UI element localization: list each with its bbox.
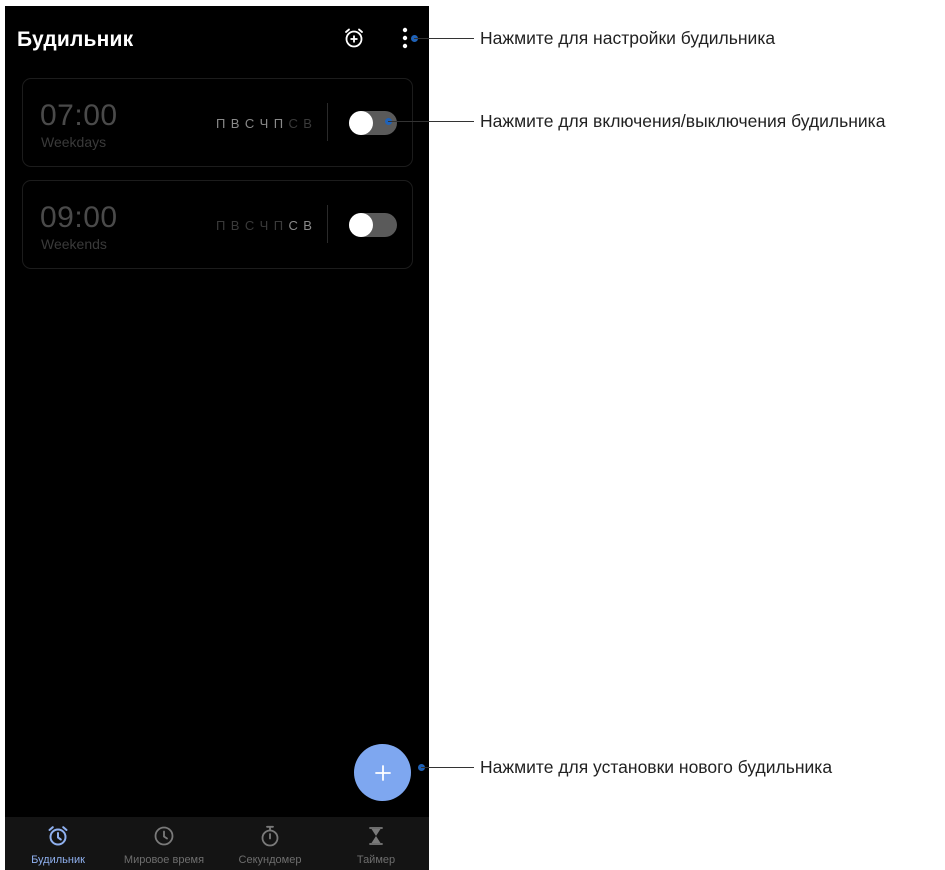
tab-stopwatch[interactable]: Секундомер [217, 817, 323, 870]
day-friday: П [273, 116, 284, 131]
hourglass-icon [369, 827, 383, 845]
day-tuesday: В [230, 218, 240, 233]
alarm-time: 07:00 [40, 99, 118, 132]
day-saturday: С [288, 218, 299, 233]
alarm-time: 09:00 [40, 201, 118, 234]
day-sunday: В [303, 218, 313, 233]
callout-line [414, 38, 474, 39]
callout-new-alarm: Нажмите для установки нового будильника [480, 757, 833, 777]
alarm-toggle[interactable] [349, 213, 397, 237]
alarm-days: П В С Ч П С В [216, 116, 312, 131]
callout-line [421, 767, 474, 768]
more-vertical-icon [402, 27, 408, 49]
tab-alarm[interactable]: Будильник [5, 817, 111, 870]
day-monday: П [216, 218, 226, 233]
alarm-add-icon [345, 28, 363, 48]
alarm-card[interactable]: 09:00 Weekends П В С Ч П С В [22, 180, 413, 269]
day-wednesday: С [244, 218, 255, 233]
day-sunday: В [303, 116, 313, 131]
toggle-knob [349, 111, 373, 135]
tab-label: Таймер [356, 854, 396, 866]
alarm-days: П В С Ч П С В [216, 218, 312, 233]
alarm-label: Weekends [41, 236, 107, 252]
tab-label: Будильник [31, 854, 85, 866]
toggle-knob [349, 213, 373, 237]
tab-timer[interactable]: Таймер [323, 817, 429, 870]
clock-icon [154, 826, 174, 846]
card-divider [327, 103, 328, 141]
tab-world-clock[interactable]: Мировое время [111, 817, 217, 870]
tab-label: Секундомер [238, 854, 302, 866]
alarm-clock-icon [48, 826, 68, 846]
add-alarm-button[interactable] [338, 22, 370, 54]
phone-screen: Будильник 07:00 Weekdays П В С Ч П С В 0… [5, 6, 429, 870]
alarm-label: Weekdays [41, 134, 107, 150]
callout-line [388, 121, 474, 122]
day-thursday: Ч [259, 116, 269, 131]
alarm-card[interactable]: 07:00 Weekdays П В С Ч П С В [22, 78, 413, 167]
callout-settings: Нажмите для настройки будильника [480, 28, 776, 48]
app-bar: Будильник [5, 6, 429, 70]
tab-label: Мировое время [123, 854, 205, 866]
day-thursday: Ч [259, 218, 269, 233]
page-title: Будильник [17, 28, 134, 51]
day-wednesday: С [244, 116, 255, 131]
bottom-navigation: Будильник Мировое время Секундомер Тайме… [5, 817, 429, 870]
day-monday: П [216, 116, 226, 131]
stopwatch-icon [261, 825, 279, 847]
day-saturday: С [288, 116, 299, 131]
card-divider [327, 205, 328, 243]
callout-toggle: Нажмите для включения/выключения будильн… [480, 111, 886, 131]
day-tuesday: В [230, 116, 240, 131]
day-friday: П [273, 218, 284, 233]
add-new-alarm-button[interactable] [354, 744, 411, 801]
plus-icon [374, 764, 391, 781]
